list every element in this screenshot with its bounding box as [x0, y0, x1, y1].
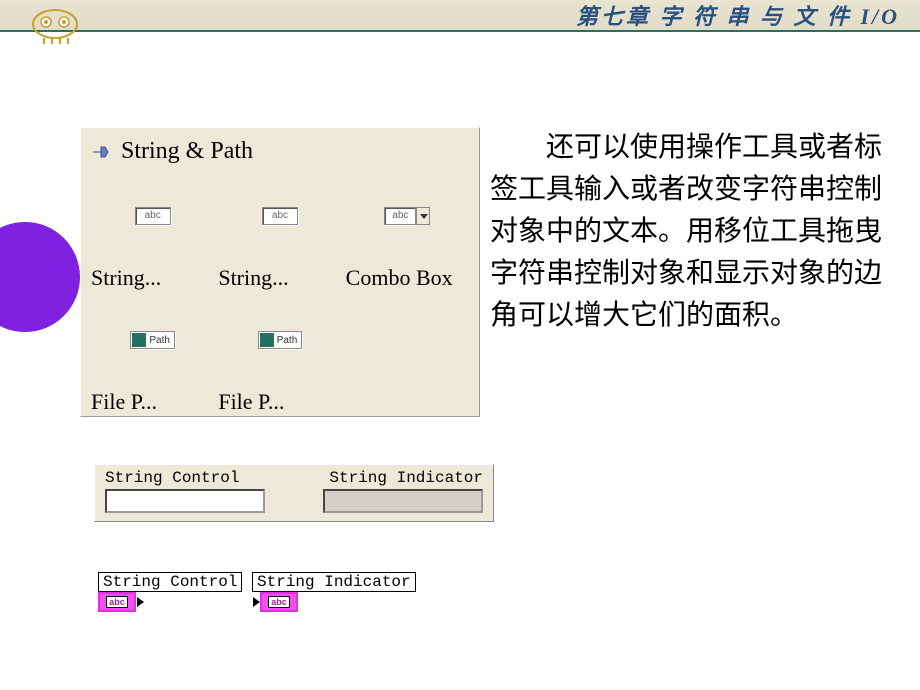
- flow-out-icon: [137, 597, 144, 607]
- palette-item-label: File P...: [89, 371, 216, 433]
- string-control-icon: abc: [135, 207, 171, 225]
- string-control-input[interactable]: [105, 489, 265, 513]
- palette-item[interactable]: Path: [89, 309, 216, 371]
- header-bar: 第七章 字 符 串 与 文 件 I/O: [0, 0, 920, 32]
- string-indicator-terminal-icon[interactable]: abc: [260, 592, 298, 612]
- palette-item[interactable]: abc: [89, 185, 216, 247]
- string-control-terminal-icon[interactable]: abc: [98, 592, 136, 612]
- string-indicator-icon: abc: [262, 207, 298, 225]
- pin-icon[interactable]: [89, 141, 111, 163]
- string-indicator-label: String Indicator: [329, 469, 483, 487]
- palette-item[interactable]: abc: [216, 185, 343, 247]
- terminal-label: String Indicator: [252, 572, 416, 592]
- file-path-indicator-icon: Path: [258, 331, 303, 349]
- flow-in-icon: [253, 597, 260, 607]
- palette-item-label: String...: [89, 247, 216, 309]
- deco-circle: [0, 222, 80, 332]
- chevron-down-icon: [416, 207, 430, 225]
- palette-item-label: String...: [216, 247, 343, 309]
- chapter-title: 第七章 字 符 串 与 文 件 I/O: [576, 0, 900, 31]
- file-path-control-icon: Path: [130, 331, 175, 349]
- combo-box-icon: abc: [384, 207, 430, 225]
- palette-item[interactable]: Path: [216, 309, 343, 371]
- string-control-terminal: String Control abc: [98, 572, 242, 612]
- palette-item[interactable]: abc: [344, 185, 471, 247]
- string-control-label: String Control: [105, 469, 294, 487]
- slide-content: String & Path abc abc abc String... Stri…: [0, 32, 920, 690]
- palette-item-label: File P...: [216, 371, 343, 433]
- string-path-palette: String & Path abc abc abc String... Stri…: [80, 127, 480, 417]
- string-indicator-display: [323, 489, 483, 513]
- body-paragraph: 还可以使用操作工具或者标签工具输入或者改变字符串控制对象中的文本。用移位工具拖曳…: [490, 127, 895, 337]
- string-indicator-terminal: String Indicator abc: [252, 572, 416, 612]
- front-panel-controls: String Control String Indicator: [94, 464, 494, 522]
- terminal-label: String Control: [98, 572, 242, 592]
- palette-item-label: Combo Box: [344, 247, 471, 309]
- palette-title: String & Path: [121, 138, 253, 165]
